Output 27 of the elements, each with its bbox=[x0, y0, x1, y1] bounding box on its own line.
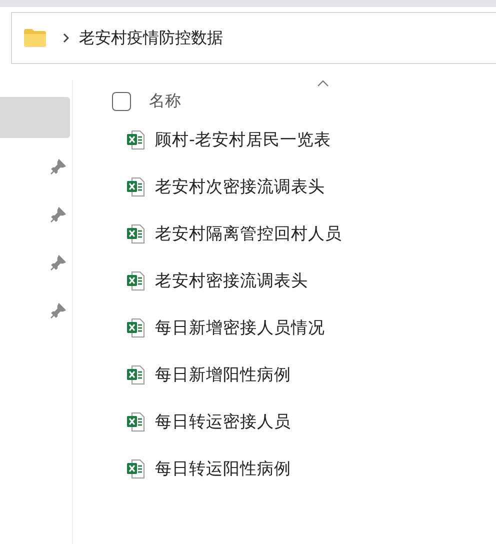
spreadsheet-file-icon bbox=[127, 224, 145, 244]
spreadsheet-file-icon bbox=[127, 270, 145, 290]
folder-path[interactable]: 老安村疫情防控数据 bbox=[79, 28, 223, 48]
folder-icon bbox=[24, 29, 46, 47]
file-name[interactable]: 老安村隔离管控回村人员 bbox=[155, 222, 342, 244]
spreadsheet-file-icon bbox=[127, 318, 145, 338]
select-all-checkbox[interactable] bbox=[112, 92, 131, 110]
file-name[interactable]: 每日转运阳性病例 bbox=[155, 458, 291, 480]
pin-icon[interactable] bbox=[50, 303, 66, 319]
file-name[interactable]: 每日新增阳性病例 bbox=[155, 364, 291, 386]
spreadsheet-file-icon bbox=[127, 412, 145, 432]
file-name[interactable]: 顾村-老安村居民一览表 bbox=[155, 128, 331, 150]
spreadsheet-file-icon bbox=[127, 458, 145, 478]
spreadsheet-file-icon bbox=[127, 176, 145, 196]
spreadsheet-file-icon bbox=[127, 364, 145, 384]
sort-caret-icon[interactable] bbox=[317, 80, 329, 87]
file-name[interactable]: 老安村密接流调表头 bbox=[155, 270, 308, 292]
pin-icon[interactable] bbox=[50, 207, 66, 223]
spreadsheet-file-icon bbox=[127, 130, 145, 150]
file-name[interactable]: 每日转运密接人员 bbox=[155, 410, 291, 432]
file-name[interactable]: 老安村次密接流调表头 bbox=[155, 176, 325, 198]
chevron-icon bbox=[63, 33, 69, 43]
name-column-header[interactable]: 名称 bbox=[149, 90, 181, 112]
pin-icon[interactable] bbox=[50, 255, 66, 271]
address-bar[interactable]: 老安村疫情防控数据 bbox=[11, 12, 496, 64]
file-name[interactable]: 每日新增密接人员情况 bbox=[155, 316, 325, 338]
pin-icon[interactable] bbox=[50, 159, 66, 175]
